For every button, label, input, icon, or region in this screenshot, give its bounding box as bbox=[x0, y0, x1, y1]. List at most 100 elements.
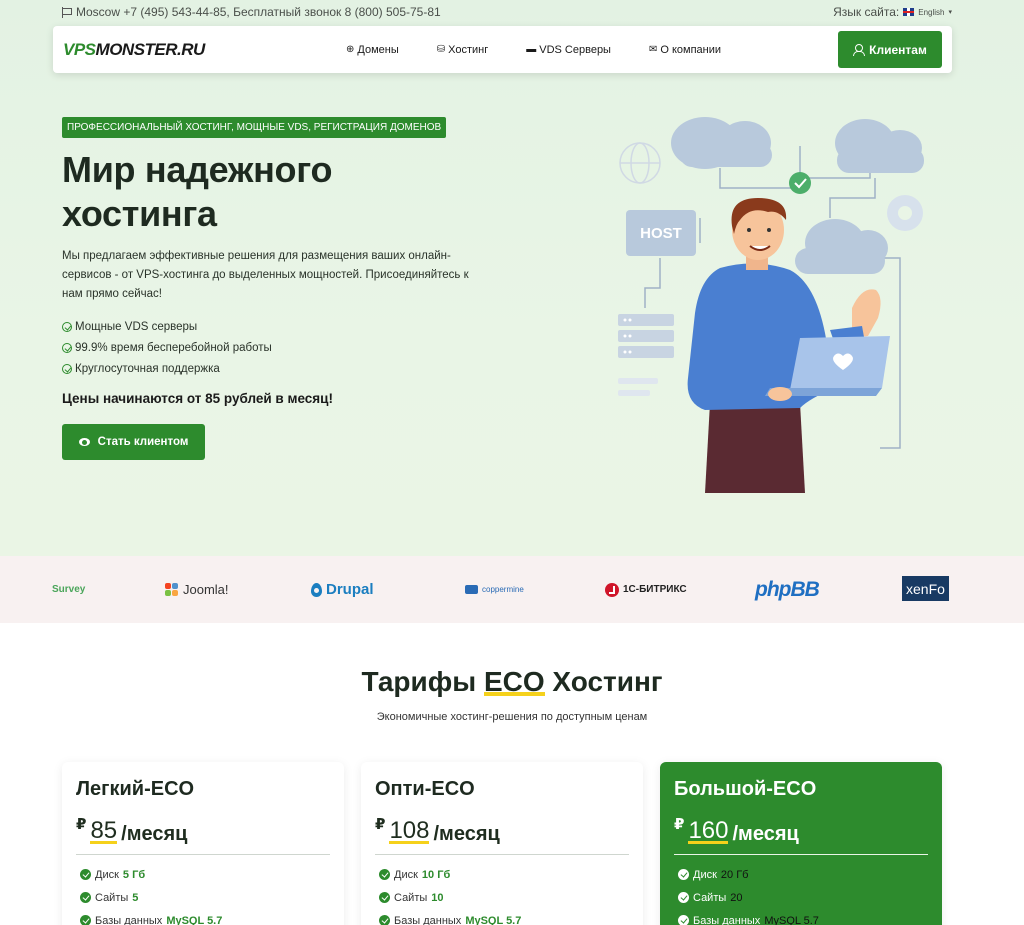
partner-phpbb-logo[interactable]: phpBB bbox=[755, 556, 820, 623]
feature-label: Диск bbox=[95, 868, 119, 881]
title-part: Тарифы bbox=[361, 666, 477, 697]
clients-button[interactable]: Клиентам bbox=[838, 31, 942, 68]
check-circle-icon bbox=[62, 363, 72, 374]
partner-name: Joomla! bbox=[183, 582, 229, 597]
list-item: Круглосуточная поддержка bbox=[62, 358, 272, 379]
language-label: Язык сайта: bbox=[833, 5, 900, 19]
hero-title-highlight: хостинга bbox=[62, 193, 217, 234]
feature-label: Мощные VDS серверы bbox=[75, 320, 198, 333]
check-icon bbox=[678, 915, 689, 925]
list-item: Сайты 20 bbox=[674, 886, 928, 909]
plan-card-opti[interactable]: Опти-ECO ₽ 108 /месяц Диск 10 Гб Сайты 10 … bbox=[361, 762, 643, 925]
partner-joomla-logo[interactable]: Joomla! bbox=[165, 556, 229, 623]
divider bbox=[76, 854, 330, 855]
divider bbox=[674, 854, 928, 855]
ruble-icon: ₽ bbox=[375, 816, 386, 833]
eye-icon bbox=[78, 438, 90, 446]
check-circle-icon bbox=[62, 321, 72, 332]
hero-feature-list: Мощные VDS серверы 99.9% время бесперебо… bbox=[62, 316, 272, 379]
check-badge-icon bbox=[789, 172, 811, 194]
plan-name: Легкий-ECO bbox=[76, 778, 195, 800]
list-item: Диск 5 Гб bbox=[76, 863, 330, 886]
plan-name: Большой-ECO bbox=[674, 778, 817, 800]
ruble-icon: ₽ bbox=[674, 816, 685, 833]
hero-title-line1: Мир надежного bbox=[62, 149, 333, 190]
partner-xenforo-logo[interactable]: xenFo bbox=[902, 576, 949, 601]
nav-label: VDS Серверы bbox=[539, 43, 611, 56]
feature-label: Диск bbox=[394, 868, 418, 881]
price-amount: 85 bbox=[90, 817, 118, 844]
user-icon bbox=[853, 44, 866, 56]
title-part: Хостинг bbox=[552, 666, 663, 697]
nav-menu: ⊕ Домены ⛁ Хостинг ▬ VDS Серверы ✉ О ком… bbox=[346, 26, 721, 73]
nav-item-hosting[interactable]: ⛁ Хостинг bbox=[437, 44, 489, 56]
list-item: Диск 10 Гб bbox=[375, 863, 629, 886]
mail-icon: ✉ bbox=[648, 44, 658, 55]
price-amount: 108 bbox=[389, 817, 430, 844]
cloud-icon bbox=[671, 117, 772, 169]
nav-item-about[interactable]: ✉ О компании bbox=[649, 44, 721, 56]
logo-prefix: VPS bbox=[63, 40, 96, 59]
ruble-icon: ₽ bbox=[76, 816, 87, 833]
feature-label: Базы данных bbox=[95, 914, 163, 925]
feature-label: Сайты bbox=[394, 891, 428, 904]
price-amount: 160 bbox=[688, 817, 729, 844]
hero-illustration: HOST bbox=[618, 117, 924, 493]
feature-label: Сайты bbox=[693, 891, 727, 904]
site-logo[interactable]: VPSMONSTER.RU bbox=[63, 40, 205, 60]
feature-value: 5 bbox=[132, 891, 139, 904]
chevron-down-icon[interactable]: ▾ bbox=[948, 8, 952, 16]
plan-price: ₽ 85 /месяц bbox=[76, 816, 330, 846]
feature-label: Базы данных bbox=[693, 914, 761, 925]
partner-name: 1С-БИТРИКС bbox=[623, 584, 687, 595]
hero-title: Мир надежного хостинга bbox=[62, 148, 332, 236]
feature-label: Базы данных bbox=[394, 914, 462, 925]
coppermine-icon bbox=[465, 585, 478, 594]
plan-card-light[interactable]: Легкий-ECO ₽ 85 /месяц Диск 5 Гб Сайты 5 Б… bbox=[62, 762, 344, 925]
partner-name: Drupal bbox=[326, 581, 374, 598]
cloud-icon bbox=[795, 219, 888, 274]
main-navbar: VPSMONSTER.RU ⊕ Домены ⛁ Хостинг ▬ VDS С… bbox=[53, 26, 952, 73]
feature-value: MySQL 5.7 bbox=[166, 914, 223, 925]
hero-description: Мы предлагаем эффективные решения для ра… bbox=[62, 250, 469, 300]
partner-coppermine-logo[interactable]: coppermine bbox=[465, 556, 524, 623]
nav-item-domains[interactable]: ⊕ Домены bbox=[346, 44, 399, 56]
cta-label: Стать клиентом bbox=[97, 436, 189, 448]
feature-label: 99.9% время бесперебойной работы bbox=[75, 341, 272, 354]
partner-limesurvey-logo[interactable]: Survey bbox=[52, 556, 85, 623]
price-period: /месяц bbox=[732, 823, 799, 845]
partner-name: coppermine bbox=[482, 585, 524, 594]
language-selector[interactable]: Язык сайта: English ▾ bbox=[833, 5, 952, 19]
list-item: Диск 20 Гб bbox=[674, 863, 928, 886]
monitor-icon: ▬ bbox=[526, 44, 537, 55]
feature-label: Круглосуточная поддержка bbox=[75, 362, 220, 375]
plan-price: ₽ 160 /месяц bbox=[674, 816, 928, 846]
list-item: Базы данных MySQL 5.7 bbox=[76, 909, 330, 925]
feature-label: Диск bbox=[693, 868, 717, 881]
nav-label: Домены bbox=[357, 43, 399, 56]
nav-label: Хостинг bbox=[448, 43, 489, 56]
feature-value: MySQL 5.7 bbox=[764, 914, 819, 925]
plan-price: ₽ 108 /месяц bbox=[375, 816, 629, 846]
flag-icon bbox=[62, 6, 72, 18]
language-value[interactable]: English bbox=[918, 8, 944, 17]
plan-features: Диск 20 Гб Сайты 20 Базы данных MySQL 5.7 bbox=[674, 863, 928, 925]
globe-icon: ⊕ bbox=[346, 44, 355, 55]
partner-drupal-logo[interactable]: Drupal bbox=[311, 556, 374, 623]
plan-features: Диск 10 Гб Сайты 10 Базы данных MySQL 5.7 bbox=[375, 863, 629, 925]
contact-phones: Moscow +7 (495) 543-44-85, Бесплатный зв… bbox=[76, 5, 441, 19]
become-client-button[interactable]: Стать клиентом bbox=[62, 424, 205, 460]
list-item: Сайты 5 bbox=[76, 886, 330, 909]
plan-card-big[interactable]: Большой-ECO ₽ 160 /месяц Диск 20 Гб Сайты… bbox=[660, 762, 942, 925]
partner-bitrix-logo[interactable]: 1С-БИТРИКС bbox=[605, 556, 687, 623]
list-item: Сайты 10 bbox=[375, 886, 629, 909]
feature-label: Сайты bbox=[95, 891, 129, 904]
check-icon bbox=[80, 892, 91, 903]
plan-features: Диск 5 Гб Сайты 5 Базы данных MySQL 5.7 bbox=[76, 863, 330, 925]
hero-badge: ПРОФЕССИОНАЛЬНЫЙ ХОСТИНГ, МОЩНЫЕ VDS, РЕ… bbox=[62, 117, 447, 138]
nav-item-vds[interactable]: ▬ VDS Серверы bbox=[526, 44, 611, 56]
feature-value: 5 Гб bbox=[122, 868, 146, 881]
contact-info: Moscow +7 (495) 543-44-85, Бесплатный зв… bbox=[62, 5, 441, 19]
check-icon bbox=[678, 892, 689, 903]
partner-name: Survey bbox=[52, 584, 86, 595]
